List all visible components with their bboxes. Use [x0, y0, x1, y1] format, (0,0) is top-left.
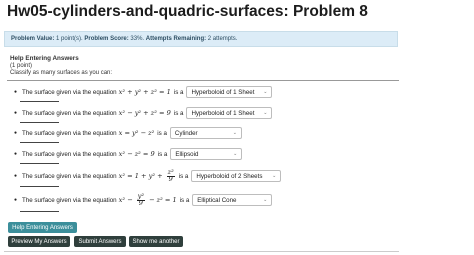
list-item: ● The surface given via the equation x² … — [14, 193, 273, 207]
page-title: Hw05-cylinders-and-quadric-surfaces: Pro… — [7, 3, 368, 20]
equation: x² + y² + z² = 1 — [118, 88, 171, 96]
problem-value: 1 point(s). — [56, 36, 83, 42]
chevron-down-icon: ⌄ — [272, 173, 277, 179]
item-prefix: The surface given via the equation — [22, 172, 117, 180]
fraction: y² 9 — [135, 193, 146, 207]
select-value: Cylinder — [174, 129, 198, 137]
chevron-down-icon: ⌄ — [263, 89, 268, 95]
divider — [4, 251, 399, 252]
chevron-down-icon: ⌄ — [263, 110, 268, 116]
bullet-icon: ● — [14, 173, 18, 179]
item-suffix: is a — [173, 109, 184, 117]
submit-answers-button[interactable]: Submit Answers — [74, 236, 126, 247]
feedback-underline — [20, 186, 59, 187]
equation: x² − — [118, 196, 133, 204]
equation: x = y² − z² — [118, 129, 155, 137]
surface-select-4[interactable]: Ellipsoid ⌄ — [170, 148, 243, 160]
item-suffix: is a — [157, 150, 168, 158]
surface-select-1[interactable]: Hyperboloid of 1 Sheet ⌄ — [186, 86, 273, 98]
item-prefix: The surface given via the equation — [22, 129, 117, 137]
help-entering-answers-button[interactable]: Help Entering Answers — [8, 222, 77, 233]
help-entering-answers-heading: Help Entering Answers — [10, 55, 79, 62]
item-prefix: The surface given via the equation — [22, 109, 117, 117]
select-value: Hyperboloid of 2 Sheets — [196, 172, 263, 180]
problem-score-label: Problem Score: — [84, 36, 129, 42]
surface-select-2[interactable]: Hyperboloid of 1 Sheet ⌄ — [186, 107, 273, 119]
problem-value-label: Problem Value: — [11, 36, 55, 42]
fraction: z² 9 — [165, 169, 176, 183]
item-suffix: is a — [157, 129, 167, 137]
fraction-denominator: 9 — [138, 198, 143, 207]
item-prefix: The surface given via the equation — [22, 196, 117, 204]
surface-select-3[interactable]: Cylinder ⌄ — [169, 127, 242, 139]
bullet-icon: ● — [14, 89, 18, 95]
feedback-underline — [20, 163, 59, 164]
list-item: ● The surface given via the equation x² … — [14, 85, 273, 99]
instruction-text: Classify as many surfaces as you can: — [10, 70, 113, 76]
chevron-down-icon: ⌄ — [232, 130, 237, 136]
attempts-remaining-label: Attempts Remaining: — [145, 36, 207, 42]
equation: x² − z² = 9 — [118, 150, 155, 158]
select-value: Ellipsoid — [175, 150, 199, 158]
problem-info-bar: Problem Value: 1 point(s). Problem Score… — [4, 31, 398, 47]
points-text: (1 point) — [10, 63, 33, 69]
select-value: Elliptical Cone — [197, 196, 237, 204]
item-suffix: is a — [178, 172, 189, 180]
item-prefix: The surface given via the equation — [22, 150, 117, 158]
list-item: ● The surface given via the equation x² … — [14, 147, 243, 161]
preview-answers-button[interactable]: Preview My Answers — [8, 236, 70, 247]
equation: x² − y² + z² = 9 — [118, 109, 171, 117]
equation: − z² = 1 — [148, 196, 177, 204]
feedback-underline — [20, 122, 59, 123]
chevron-down-icon: ⌄ — [233, 151, 238, 157]
equation: x² = 1 + y² + — [118, 172, 163, 180]
list-item: ● The surface given via the equation x² … — [14, 169, 282, 183]
item-prefix: The surface given via the equation — [22, 88, 117, 96]
bullet-icon: ● — [14, 151, 18, 157]
divider — [7, 80, 399, 81]
show-me-another-button[interactable]: Show me another — [129, 236, 183, 247]
list-item: ● The surface given via the equation x² … — [14, 106, 273, 120]
feedback-underline — [20, 101, 59, 102]
item-suffix: is a — [173, 88, 184, 96]
bullet-icon: ● — [14, 110, 18, 116]
bullet-icon: ● — [14, 197, 18, 203]
problem-score: 33%. — [130, 36, 145, 42]
chevron-down-icon: ⌄ — [263, 197, 268, 203]
bullet-icon: ● — [14, 130, 18, 136]
surface-select-6[interactable]: Elliptical Cone ⌄ — [192, 194, 273, 206]
list-item: ● The surface given via the equation x =… — [14, 126, 242, 140]
feedback-underline — [20, 142, 59, 143]
attempts-remaining: 2 attempts. — [207, 36, 238, 42]
surface-select-5[interactable]: Hyperboloid of 2 Sheets ⌄ — [191, 170, 282, 182]
select-value: Hyperboloid of 1 Sheet — [191, 88, 255, 96]
select-value: Hyperboloid of 1 Sheet — [191, 109, 255, 117]
feedback-underline — [20, 211, 59, 212]
fraction-denominator: 9 — [168, 174, 173, 183]
item-suffix: is a — [179, 196, 190, 204]
